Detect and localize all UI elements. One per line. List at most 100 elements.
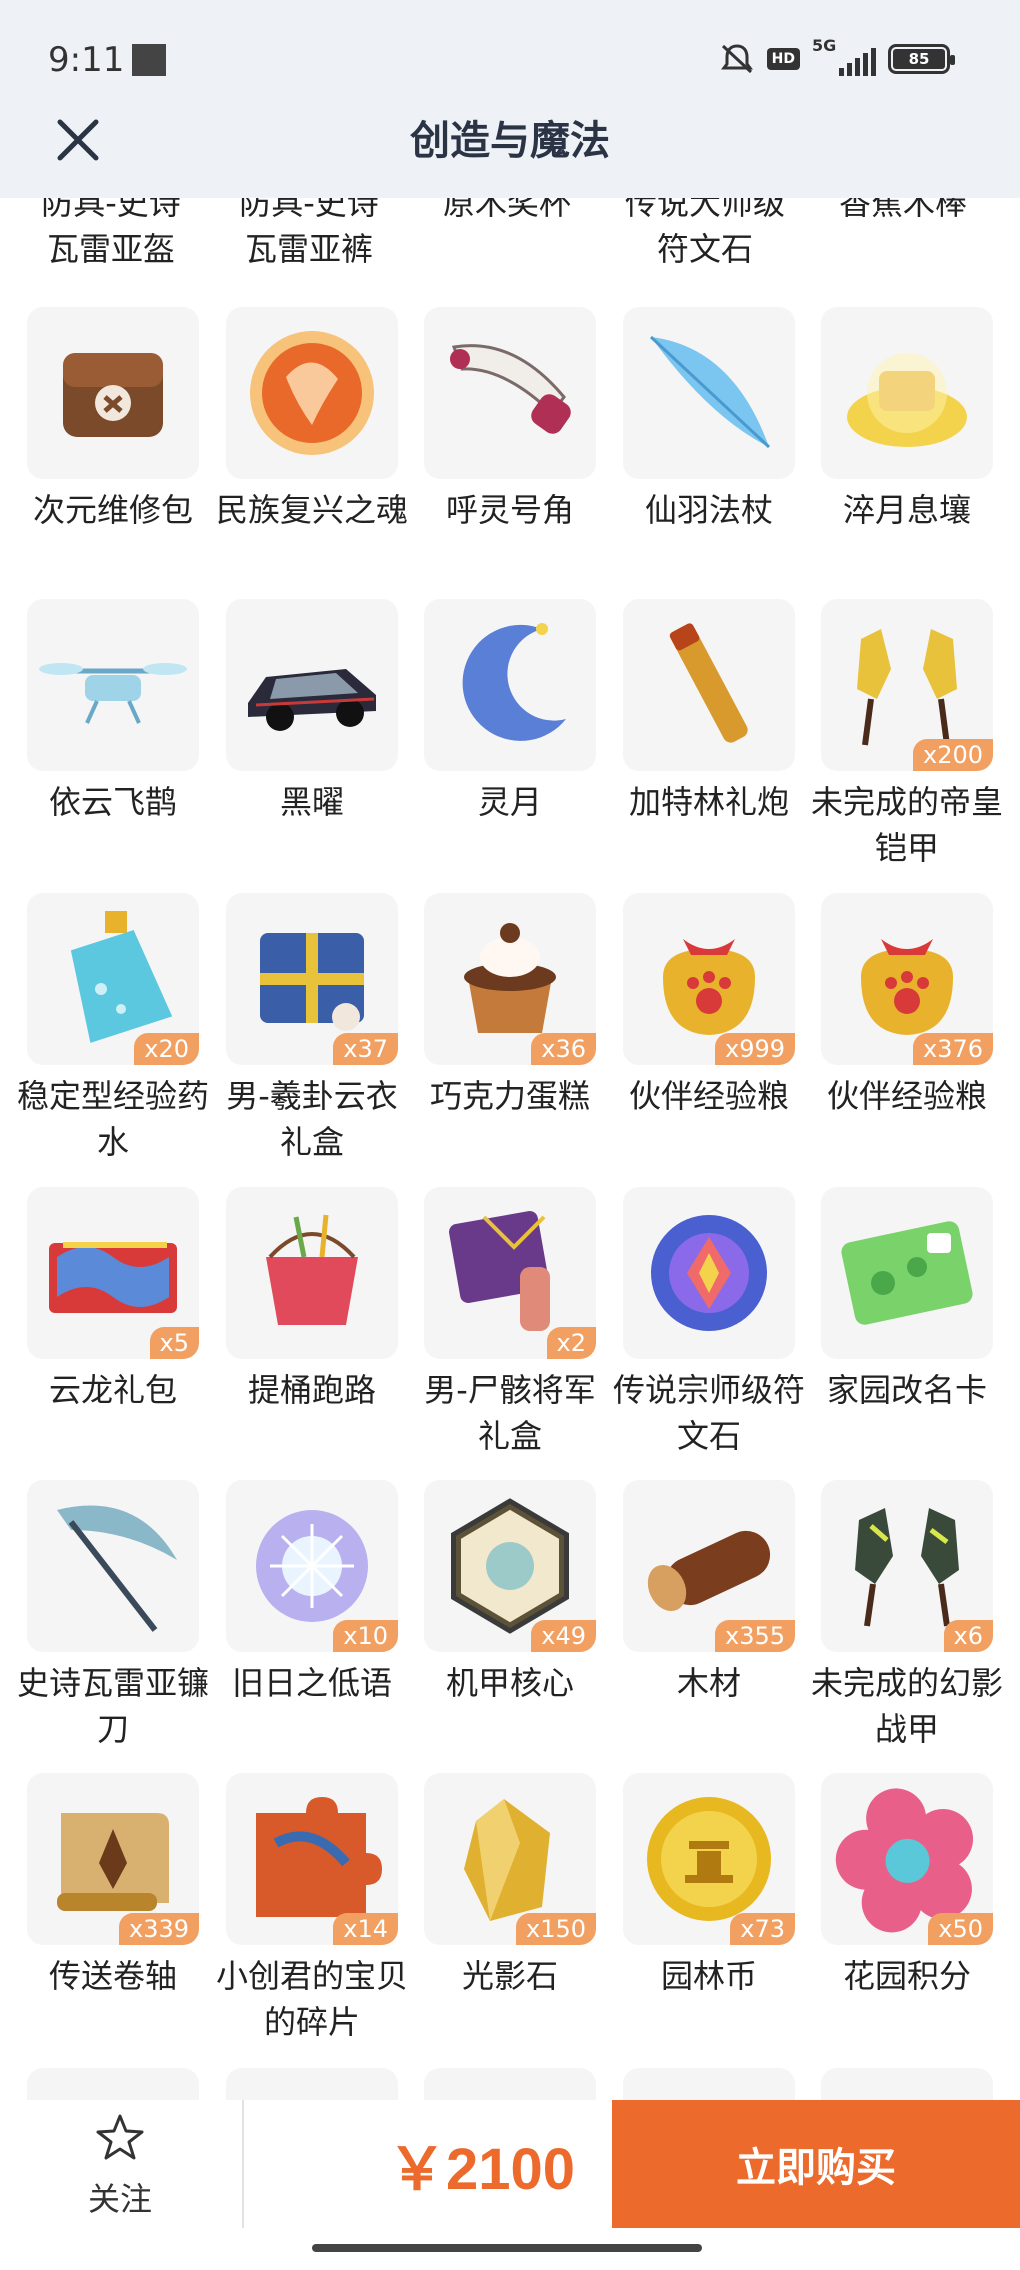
item-name: 云龙礼包 <box>48 1371 177 1409</box>
grid-item[interactable]: 提桶跑路 <box>226 1187 398 1409</box>
grid-item[interactable]: 民族复兴之魂 <box>216 307 408 529</box>
item-thumbnail: x50 <box>821 1773 993 1945</box>
grid-item[interactable]: 史诗瓦雷亚镰刀 <box>17 1480 209 1748</box>
notification-icon <box>132 44 166 76</box>
item-thumbnail <box>226 1187 398 1359</box>
item-thumbnail <box>821 307 993 479</box>
nav-bar: 创造与魔法 <box>0 100 1020 198</box>
item-name: 民族复兴之魂 <box>215 491 408 529</box>
item-thumbnail-partial[interactable] <box>226 2068 398 2100</box>
grid-item[interactable]: x376 伙伴经验粮 <box>821 893 993 1115</box>
item-thumbnail: x339 <box>27 1773 199 1945</box>
grid-item[interactable]: 次元维修包 <box>27 307 199 529</box>
grid-item[interactable]: x37 男-羲卦云衣礼盒 <box>226 893 398 1161</box>
item-name: 伙伴经验粮 <box>826 1077 987 1115</box>
cut-item-label: 原木奖杯 <box>442 198 571 222</box>
item-thumbnail: x200 <box>821 599 993 771</box>
item-thumbnail <box>623 307 795 479</box>
item-thumbnail: x36 <box>424 893 596 1065</box>
item-name: 史诗瓦雷亚镰刀 <box>16 1664 209 1748</box>
grid-item[interactable]: x355 木材 <box>623 1480 795 1702</box>
item-thumbnail-partial[interactable] <box>623 2068 795 2100</box>
item-name: 提桶跑路 <box>247 1371 376 1409</box>
item-thumbnail: x73 <box>623 1773 795 1945</box>
item-name: 男-羲卦云衣礼盒 <box>226 1077 398 1161</box>
item-name: 巧克力蛋糕 <box>429 1077 590 1115</box>
status-icons: HD 5G 85 <box>719 36 955 76</box>
grid-item[interactable]: x14 小创君的宝贝的碎片 <box>216 1773 408 2041</box>
grid-item[interactable]: 加特林礼炮 <box>623 599 795 821</box>
grid-item[interactable]: x6 未完成的幻影战甲 <box>811 1480 1003 1748</box>
count-badge: x20 <box>134 1033 199 1065</box>
item-thumbnail <box>424 599 596 771</box>
item-thumbnail <box>226 307 398 479</box>
item-thumbnail: x20 <box>27 893 199 1065</box>
grid-item[interactable]: x20 稳定型经验药水 <box>17 893 209 1161</box>
item-name: 园林币 <box>660 1957 757 1995</box>
count-badge: x37 <box>333 1033 398 1065</box>
item-name: 灵月 <box>477 783 542 821</box>
item-name: 未完成的幻影战甲 <box>810 1664 1003 1748</box>
grid-item[interactable]: 依云飞鹊 <box>27 599 199 821</box>
item-grid: 防具-史诗 瓦雷亚盔 防具-史诗 瓦雷亚裤 原木奖杯 传说大师级 符文石 香蕉木棒 次元… <box>0 198 1020 2100</box>
item-name: 未完成的帝皇铠甲 <box>810 783 1003 867</box>
follow-label: 关注 <box>87 2180 152 2218</box>
grid-item[interactable]: x2 男-尸骸将军礼盒 <box>424 1187 596 1455</box>
item-name: 旧日之低语 <box>231 1664 392 1702</box>
item-thumbnail: x49 <box>424 1480 596 1652</box>
item-name: 光影石 <box>461 1957 558 1995</box>
count-badge: x5 <box>149 1327 199 1359</box>
grid-item[interactable]: x49 机甲核心 <box>424 1480 596 1702</box>
battery-icon: 85 <box>888 44 955 74</box>
grid-item[interactable]: x73 园林币 <box>623 1773 795 1995</box>
item-thumbnail: x6 <box>821 1480 993 1652</box>
item-name: 家园改名卡 <box>826 1371 987 1409</box>
grid-item[interactable]: x5 云龙礼包 <box>27 1187 199 1409</box>
follow-button[interactable]: 关注 <box>50 2112 190 2222</box>
grid-item[interactable]: 淬月息壤 <box>821 307 993 529</box>
item-thumbnail-partial[interactable] <box>27 2068 199 2100</box>
item-name: 伙伴经验粮 <box>628 1077 789 1115</box>
grid-item[interactable]: 仙羽法杖 <box>623 307 795 529</box>
item-thumbnail-partial[interactable] <box>821 2068 993 2100</box>
count-badge: x50 <box>928 1913 993 1945</box>
grid-item[interactable]: 呼灵号角 <box>424 307 596 529</box>
item-name: 机甲核心 <box>445 1664 574 1702</box>
grid-item[interactable]: 家园改名卡 <box>821 1187 993 1409</box>
item-thumbnail <box>821 1187 993 1359</box>
grid-item[interactable]: 传说宗师级符文石 <box>613 1187 805 1455</box>
item-name: 呼灵号角 <box>445 491 574 529</box>
grid-item[interactable]: 灵月 <box>424 599 596 821</box>
count-badge: x14 <box>333 1913 398 1945</box>
item-name: 黑曜 <box>279 783 344 821</box>
grid-item[interactable]: x36 巧克力蛋糕 <box>424 893 596 1115</box>
signal-icon: 5G <box>812 36 876 76</box>
status-bar: 9:11 HD 5G 85 <box>0 0 1020 100</box>
grid-item[interactable]: x10 旧日之低语 <box>226 1480 398 1702</box>
page-title: 创造与魔法 <box>410 118 610 164</box>
item-name: 男-尸骸将军礼盒 <box>424 1371 596 1455</box>
grid-item[interactable]: x339 传送卷轴 <box>27 1773 199 1995</box>
price: ￥2100 <box>388 2137 576 2202</box>
count-badge: x49 <box>531 1620 596 1652</box>
hd-badge: HD <box>766 48 800 70</box>
item-name: 依云飞鹊 <box>48 783 177 821</box>
home-indicator <box>312 2244 702 2252</box>
item-name: 传说宗师级符文石 <box>612 1371 805 1455</box>
grid-item[interactable]: x200 未完成的帝皇铠甲 <box>811 599 1003 867</box>
grid-item[interactable]: x150 光影石 <box>424 1773 596 1995</box>
mute-bell-icon <box>720 44 753 74</box>
status-time: 9:11 <box>48 40 125 80</box>
grid-item[interactable]: 黑曜 <box>226 599 398 821</box>
item-thumbnail <box>623 1187 795 1359</box>
cut-item-label: 防具-史诗 瓦雷亚盔 <box>41 198 181 268</box>
buy-now-button[interactable]: 立即购买 <box>612 2100 1020 2228</box>
count-badge: x999 <box>714 1033 795 1065</box>
item-thumbnail: x150 <box>424 1773 596 1945</box>
item-thumbnail: x355 <box>623 1480 795 1652</box>
grid-item[interactable]: x50 花园积分 <box>821 1773 993 1995</box>
item-thumbnail: x2 <box>424 1187 596 1359</box>
item-thumbnail-partial[interactable] <box>424 2068 596 2100</box>
grid-item[interactable]: x999 伙伴经验粮 <box>623 893 795 1115</box>
item-name: 小创君的宝贝的碎片 <box>215 1957 408 2041</box>
